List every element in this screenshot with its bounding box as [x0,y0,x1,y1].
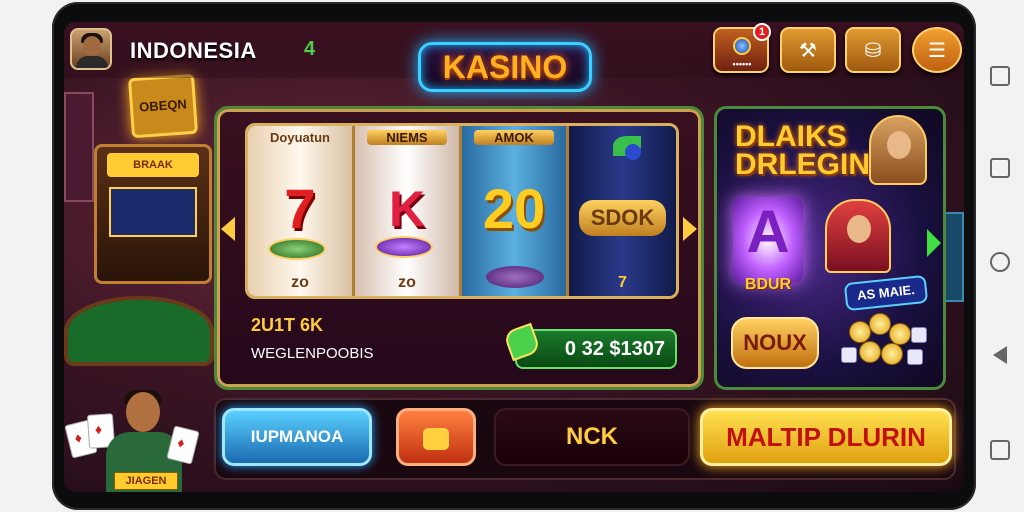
credit-display: 0 32 $1307 [515,329,677,369]
reel-symbol-bottom: zo [291,274,309,291]
reel-symbol-bottom: zo [398,274,416,291]
arcade-topper: BRAAK [107,153,199,177]
background-screen [944,212,964,302]
reel-left-arrow[interactable] [221,217,235,241]
menu-icon: ☰ [928,40,946,62]
avatar[interactable] [70,28,112,70]
recent-apps-icon[interactable] [990,66,1010,86]
background-slot-machine: BRAAK [94,144,212,284]
spin-button[interactable]: MALTIP DLURIN [700,408,952,466]
home-icon[interactable] [990,252,1010,272]
slot-machine-panel: Doyuatun 7 zo NIEMS K zo AMOK 20 SDOK 7 [214,106,704,390]
reel-1: Doyuatun 7 zo [248,126,355,296]
promo-letter-tile: A BDUR [733,197,803,293]
reel-symbol-top: NIEMS [367,130,447,145]
reel-right-arrow[interactable] [683,217,697,241]
reel-symbol-middle: 7 [284,177,316,240]
blue-action-button[interactable]: IUPMANOA [222,408,372,466]
dark-action-button[interactable]: NCK [494,408,690,466]
ticket-icon [423,428,449,451]
player-country: INDONESIA [130,38,257,63]
chip-icon [486,266,544,288]
dealer-nameplate: JIAGEN [114,472,178,490]
shop-button[interactable]: ⛁ [845,27,901,73]
background-sign: OBEQN [127,73,199,139]
arcade-screen [109,187,197,237]
android-navbar [984,40,1016,480]
reel-symbol-top: AMOK [474,130,554,145]
square-nav-icon[interactable] [990,440,1010,460]
player-level: 4 [304,38,316,60]
reel-4: SDOK 7 [569,126,676,296]
logo-text: KASINO [442,49,568,85]
reel-symbol-bottom: 7 [618,274,627,291]
overview-icon[interactable] [990,158,1010,178]
coin-pile-icon [839,313,935,373]
promo-letter-caption: BDUR [744,276,792,293]
tools-button[interactable]: ⚒ [780,27,836,73]
control-bar: IUPMANOA NCK MALTIP DLURIN [214,398,956,480]
win-label: 2U1T 6K [251,315,324,335]
reel-symbol-middle: 20 [482,177,546,240]
chip-icon [268,238,326,260]
back-icon[interactable] [993,346,1007,364]
menu-button[interactable]: ☰ [912,27,962,73]
tools-icon: ⚒ [799,40,817,62]
promo-letter: A [746,198,790,265]
game-logo: KASINO [418,42,592,92]
inventory-button[interactable]: •••••• 1 [713,23,771,73]
reel-window: Doyuatun 7 zo NIEMS K zo AMOK 20 SDOK 7 [245,123,679,299]
chip-icon [375,236,433,258]
notification-badge: 1 [753,23,771,41]
shop-icon: ⛁ [864,40,882,62]
background-frame [64,92,94,202]
promo-panel[interactable]: DLAIKS DRLEGIN A BDUR AS MAIE. NOUX [714,106,946,390]
inventory-caption: •••••• [732,59,752,69]
reel-3: AMOK 20 [462,126,569,296]
background-card-table [64,296,214,366]
ticket-button[interactable] [396,408,476,466]
promo-next-arrow[interactable] [927,229,941,257]
reel-symbol-top: Doyuatun [270,130,330,145]
card-icon [166,425,200,465]
globe-bag-icon [733,37,751,55]
reel-2: NIEMS K zo [355,126,462,296]
promo-dealer-icon [825,199,891,273]
promo-tag: AS MAIE. [843,274,929,312]
reel-symbol-middle: SDOK [579,200,666,236]
promo-badge: NOUX [731,317,819,369]
berry-icon [625,144,641,160]
top-bar: INDONESIA 4 KASINO •••••• 1 ⚒ ⛁ ☰ [64,22,964,92]
win-subtitle: WEGLENPOOBIS [251,345,374,362]
reel-symbol-middle: K [388,181,426,237]
dealer-character: JIAGEN [64,390,200,492]
promo-character-icon [869,115,927,185]
promo-title: DLAIKS DRLEGIN [735,120,870,181]
game-screen: OBEQN BRAAK INDONESIA 4 KASINO •••••• 1 … [64,22,964,492]
